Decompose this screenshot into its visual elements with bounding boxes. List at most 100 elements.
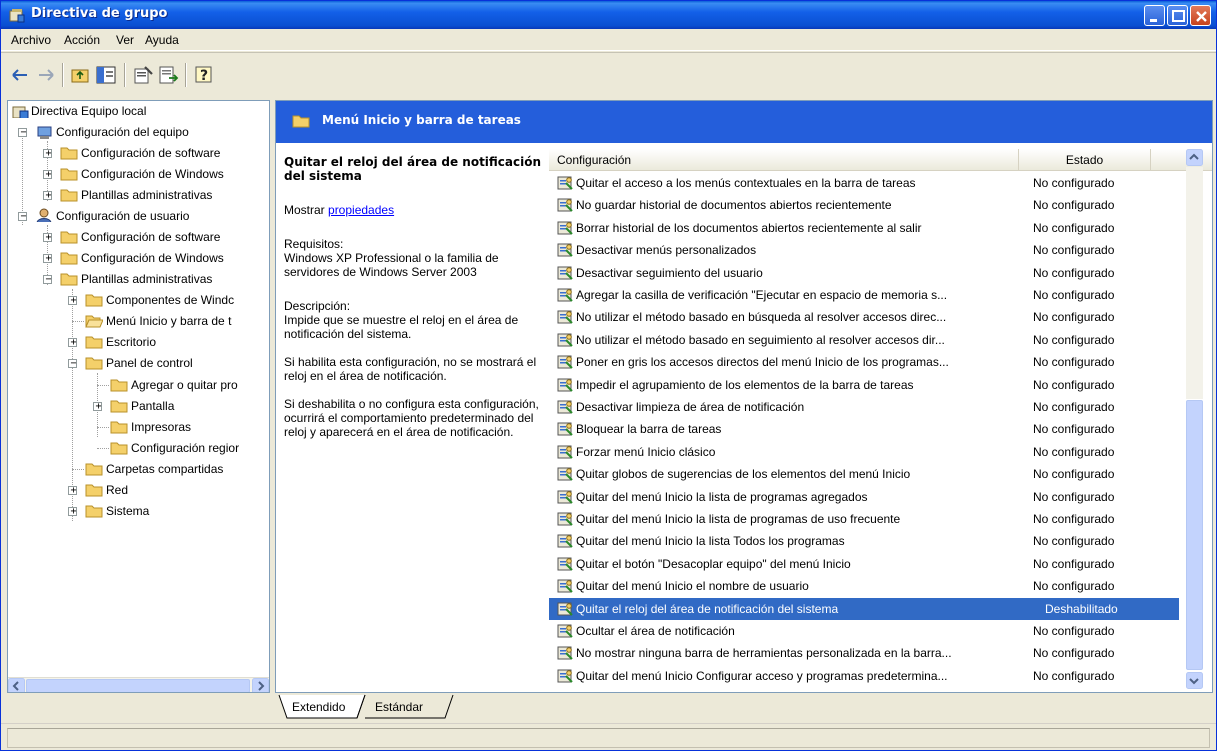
open-folder-icon	[85, 315, 103, 328]
setting-row[interactable]: Poner en gris los accesos directos del m…	[549, 351, 1179, 373]
tree-item-folder[interactable]: Carpetas compartidas	[8, 459, 269, 479]
tree-item-start-menu[interactable]: Menú Inicio y barra de t	[8, 311, 269, 331]
folder-icon	[110, 379, 128, 392]
scroll-right-icon[interactable]	[252, 678, 269, 693]
up-folder-icon[interactable]	[69, 64, 91, 86]
policy-setting-icon	[557, 243, 573, 257]
list-vertical-scrollbar[interactable]	[1186, 149, 1203, 689]
folder-icon	[85, 357, 103, 370]
scroll-left-icon[interactable]	[8, 678, 25, 693]
back-arrow-icon[interactable]	[9, 64, 31, 86]
tree-item-folder[interactable]: + Configuración de software	[8, 143, 269, 163]
tree-item-folder[interactable]: + Plantillas administrativas	[8, 185, 269, 205]
properties-link[interactable]: propiedades	[328, 203, 394, 217]
setting-row[interactable]: Quitar del menú Inicio Configurar acceso…	[549, 665, 1179, 687]
menu-accion[interactable]: Acción	[64, 33, 100, 47]
navigation-tree[interactable]: Directiva Equipo local − Configuración d…	[7, 100, 270, 693]
expand-icon[interactable]: +	[68, 295, 77, 306]
tree-item-folder[interactable]: + Configuración de Windows	[8, 248, 269, 268]
setting-row[interactable]: Ocultar el área de notificación No config…	[549, 620, 1179, 642]
maximize-button[interactable]	[1167, 5, 1188, 26]
tree-item-folder[interactable]: + Configuración de software	[8, 227, 269, 247]
setting-row[interactable]: No guardar historial de documentos abier…	[549, 194, 1179, 216]
menu-ver[interactable]: Ver	[116, 33, 134, 47]
setting-row[interactable]: Quitar del menú Inicio la lista de progr…	[549, 486, 1179, 508]
collapse-icon[interactable]: −	[18, 211, 27, 222]
setting-row[interactable]: No utilizar el método basado en búsqueda…	[549, 306, 1179, 328]
setting-state: No configurado	[1033, 400, 1115, 414]
setting-row[interactable]: Quitar del menú Inicio el nombre de usua…	[549, 575, 1179, 597]
tree-item-folder[interactable]: − Panel de control	[8, 353, 269, 373]
tree-item-folder[interactable]: + Red	[8, 480, 269, 500]
expand-icon[interactable]: +	[43, 253, 52, 264]
setting-row[interactable]: No mostrar ninguna barra de herramientas…	[549, 642, 1179, 664]
menu-archivo[interactable]: Archivo	[11, 33, 51, 47]
properties-icon[interactable]	[132, 64, 154, 86]
scroll-track[interactable]	[1186, 167, 1203, 399]
setting-row[interactable]: Quitar globos de sugerencias de los elem…	[549, 463, 1179, 485]
tree-item-folder[interactable]: Agregar o quitar pro	[8, 375, 269, 395]
expand-icon[interactable]: +	[93, 401, 102, 412]
setting-state: No configurado	[1033, 377, 1115, 392]
setting-row[interactable]: Forzar menú Inicio clásico No configurado	[549, 441, 1179, 463]
scroll-thumb[interactable]	[26, 679, 250, 692]
show-properties: Mostrar propiedades	[284, 203, 544, 217]
expand-icon[interactable]: +	[68, 337, 77, 348]
help-icon[interactable]: ?	[193, 64, 215, 86]
tree-item-root[interactable]: Directiva Equipo local	[8, 101, 269, 121]
setting-name: Quitar el botón "Desacoplar equipo" del …	[576, 556, 851, 571]
setting-row[interactable]: Quitar del menú Inicio la lista Todos lo…	[549, 530, 1179, 552]
expand-icon[interactable]: +	[68, 485, 77, 496]
setting-row[interactable]: Desactivar limpieza de área de notificac…	[549, 396, 1179, 418]
show-hide-tree-icon[interactable]	[95, 64, 117, 86]
tree-item-folder[interactable]: + Configuración de Windows	[8, 164, 269, 184]
minimize-button[interactable]	[1144, 5, 1165, 26]
setting-row[interactable]: Quitar el acceso a los menús contextuale…	[549, 172, 1179, 194]
setting-name: Desactivar menús personalizados	[576, 243, 757, 258]
setting-row[interactable]: Bloquear la barra de tareas No configurad…	[549, 418, 1179, 440]
tree-item-folder[interactable]: + Escritorio	[8, 332, 269, 352]
policy-root-icon	[12, 106, 29, 118]
expand-icon[interactable]: +	[43, 232, 52, 243]
scroll-thumb[interactable]	[1186, 400, 1203, 670]
setting-row[interactable]: Quitar el botón "Desacoplar equipo" del …	[549, 553, 1179, 575]
policy-setting-icon	[557, 378, 573, 392]
scroll-down-icon[interactable]	[1186, 672, 1203, 689]
setting-row[interactable]: Borrar historial de los documentos abier…	[549, 217, 1179, 239]
setting-row[interactable]: Desactivar menús personalizados No config…	[549, 239, 1179, 261]
export-list-icon[interactable]	[157, 64, 179, 86]
tree-item-folder[interactable]: − Plantillas administrativas	[8, 269, 269, 289]
settings-list[interactable]: Configuración Estado Quitar el acceso a …	[549, 149, 1212, 692]
tree-item-folder[interactable]: + Pantalla	[8, 396, 269, 416]
column-header-config[interactable]: Configuración	[549, 149, 1019, 171]
setting-row[interactable]: Agregar la casilla de verificación "Ejec…	[549, 284, 1179, 306]
tree-item-folder[interactable]: + Componentes de Windc	[8, 290, 269, 310]
expand-icon[interactable]: +	[68, 506, 77, 517]
expand-icon[interactable]: +	[43, 148, 52, 159]
setting-row[interactable]: Quitar el reloj del área de notificación…	[549, 597, 1179, 620]
tree-item-folder[interactable]: + Sistema	[8, 501, 269, 521]
setting-row[interactable]: No utilizar el método basado en seguimie…	[549, 329, 1179, 351]
scroll-up-icon[interactable]	[1186, 149, 1203, 166]
tree-item-user-config[interactable]: − Configuración de usuario	[8, 206, 269, 226]
setting-row[interactable]: Quitar del menú Inicio la lista de progr…	[549, 508, 1179, 530]
tree-horizontal-scrollbar[interactable]	[8, 677, 269, 693]
tab-extendido[interactable]: Extendido	[292, 696, 345, 718]
expand-icon[interactable]: +	[43, 190, 52, 201]
tree-item-computer-config[interactable]: − Configuración del equipo	[8, 122, 269, 142]
tab-estandar[interactable]: Estándar	[375, 696, 423, 718]
tree-item-folder[interactable]: Configuración regior	[8, 438, 269, 458]
column-header-state[interactable]: Estado	[1019, 149, 1151, 171]
forward-arrow-icon[interactable]	[35, 64, 57, 86]
setting-row[interactable]: Desactivar seguimiento del usuario No con…	[549, 262, 1179, 284]
menu-ayuda[interactable]: Ayuda	[145, 33, 179, 47]
collapse-icon[interactable]: −	[18, 127, 27, 138]
collapse-icon[interactable]: −	[43, 274, 52, 285]
expand-icon[interactable]: +	[43, 169, 52, 180]
folder-icon	[85, 336, 103, 349]
close-button[interactable]	[1190, 5, 1211, 26]
setting-row[interactable]: Impedir el agrupamiento de los elementos…	[549, 374, 1179, 396]
collapse-icon[interactable]: −	[68, 358, 77, 369]
tree-item-folder[interactable]: Impresoras	[8, 417, 269, 437]
title-bar[interactable]: Directiva de grupo	[1, 1, 1216, 29]
